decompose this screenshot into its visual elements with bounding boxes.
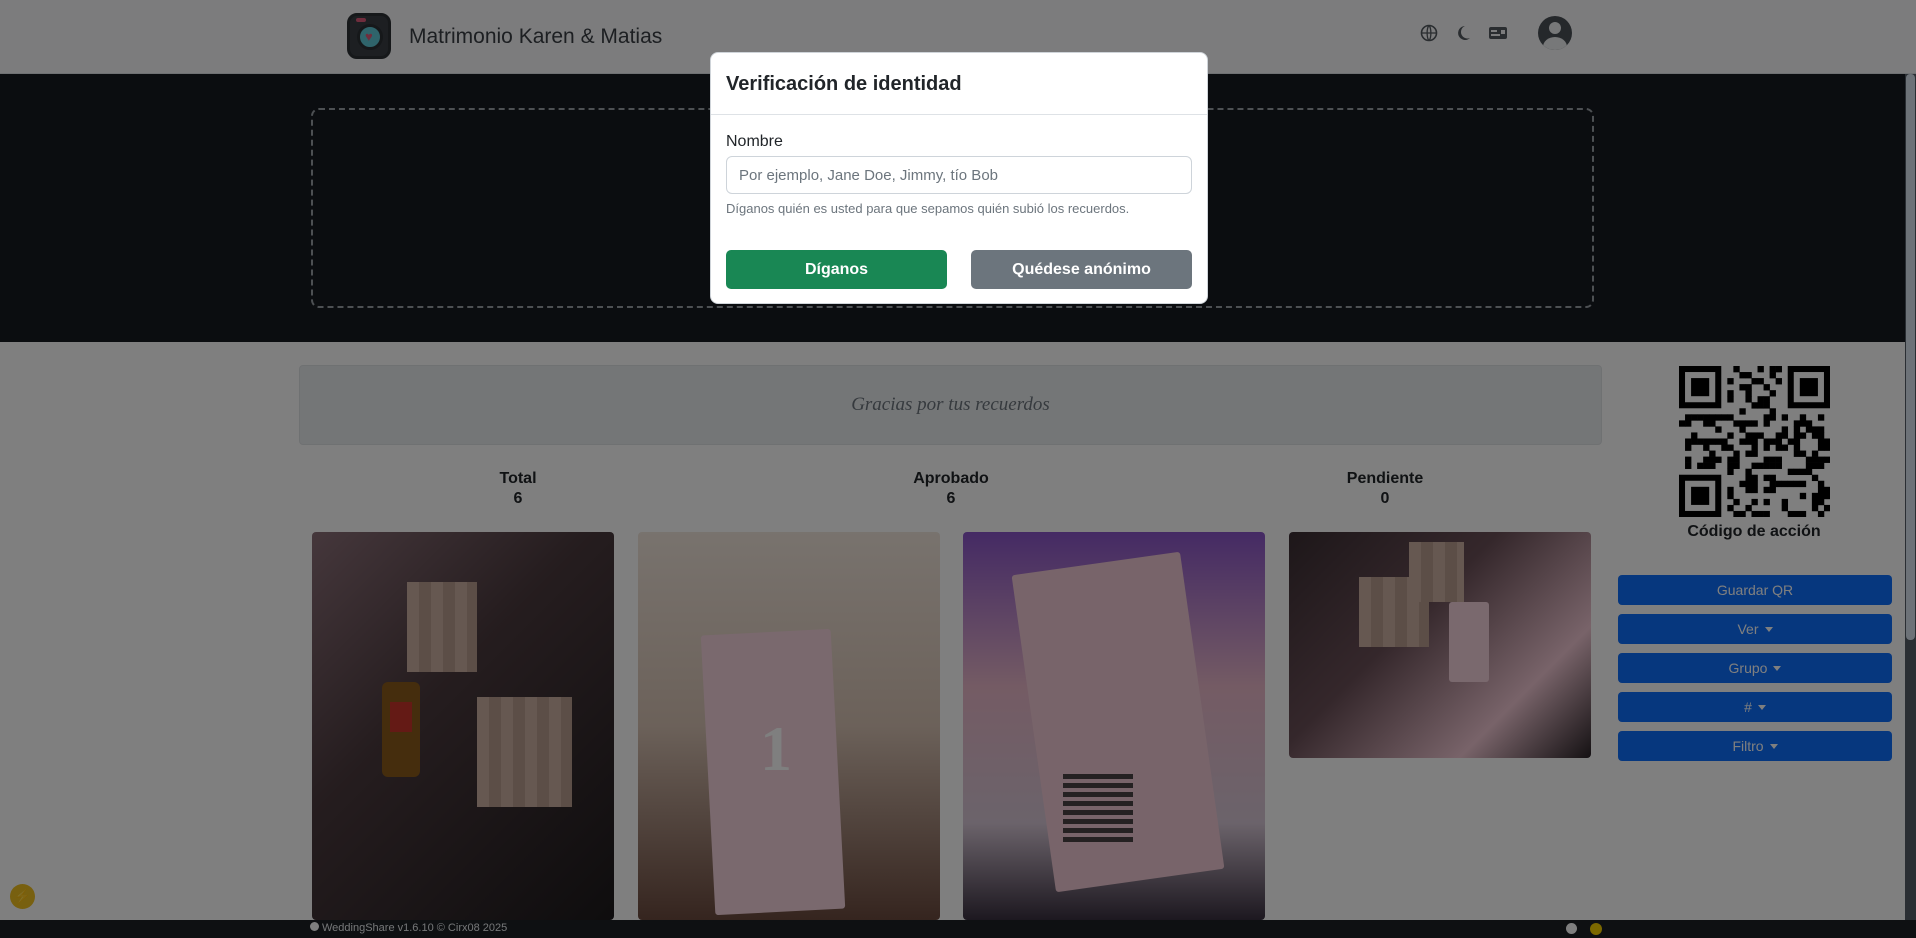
modal-title: Verificación de identidad: [726, 73, 962, 95]
name-input[interactable]: [726, 156, 1192, 194]
name-label: Nombre: [726, 133, 783, 150]
modal-header: Verificación de identidad: [711, 53, 1207, 115]
identity-modal: Verificación de identidad Nombre Díganos…: [710, 52, 1208, 304]
scrollbar-thumb[interactable]: [1906, 74, 1915, 640]
name-help-text: Díganos quién es usted para que sepamos …: [726, 201, 1130, 216]
tell-us-button[interactable]: Díganos: [726, 250, 947, 289]
stay-anonymous-button[interactable]: Quédese anónimo: [971, 250, 1192, 289]
